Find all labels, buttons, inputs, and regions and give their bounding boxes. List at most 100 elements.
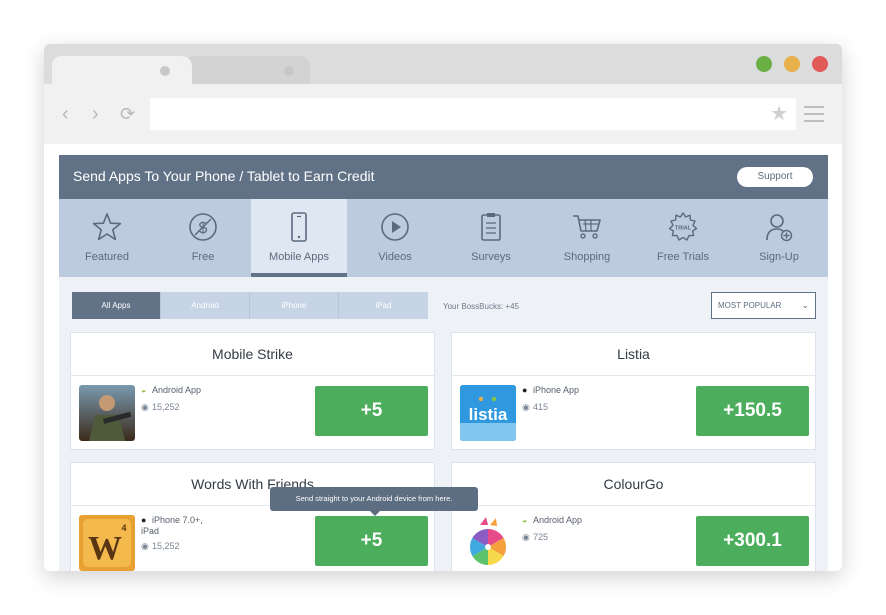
user-add-icon: [766, 214, 793, 242]
chevron-down-icon: ⌄: [801, 300, 809, 310]
header-banner: Send Apps To Your Phone / Tablet to Earn…: [59, 155, 828, 199]
support-button[interactable]: Support: [737, 167, 813, 187]
earn-credit-button[interactable]: +5: [315, 386, 428, 436]
tab-strip: [44, 44, 842, 84]
filter-tab-ipad[interactable]: iPad: [339, 292, 428, 319]
tab-close-dot[interactable]: [284, 66, 294, 76]
filter-tab-android[interactable]: Android: [161, 292, 250, 319]
nav-label: Mobile Apps: [269, 251, 329, 263]
browser-toolbar: ‹ › ⟳ ★: [44, 84, 842, 144]
nav-label: Sign-Up: [759, 251, 799, 263]
play-circle-icon: [381, 213, 409, 241]
app-user-count: ◉ 725: [522, 532, 548, 543]
app-card-listia: Listia listia ● iPhone App ◉ 415 +150.5: [451, 332, 816, 450]
app-title: Listia: [452, 333, 815, 376]
clipboard-icon: [481, 213, 501, 241]
colourgo-thumbnail: [460, 515, 516, 571]
earn-credit-button[interactable]: +300.1: [696, 516, 809, 566]
platform-label: Android App: [533, 515, 583, 525]
window-maximize-button[interactable]: [756, 56, 772, 72]
sort-selected-value: MOST POPULAR: [718, 301, 782, 310]
android-icon: ◒: [141, 385, 147, 395]
app-thumbnail[interactable]: W 4: [79, 515, 135, 571]
tab-close-dot[interactable]: [160, 66, 170, 76]
user-icon: ◉: [141, 541, 149, 551]
svg-text:$: $: [199, 220, 208, 237]
apple-icon: ●: [141, 515, 147, 525]
nav-label: Free: [191, 251, 215, 263]
android-icon: ◒: [522, 515, 528, 525]
window-close-button[interactable]: [812, 56, 828, 72]
app-card-words-with-friends: Words With Friends W 4 ● iPhone 7.0+, iPa…: [70, 462, 435, 571]
nav-label: Surveys: [471, 251, 511, 263]
nav-item-featured[interactable]: Featured: [59, 199, 155, 277]
nav-label: Featured: [84, 251, 130, 263]
app-thumbnail[interactable]: [460, 515, 516, 571]
app-thumbnail[interactable]: [79, 385, 135, 441]
bossbucks-balance: Your BossBucks: +45: [443, 302, 519, 311]
mobile-strike-thumbnail: [79, 385, 135, 441]
nav-label: Free Trials: [657, 251, 709, 263]
nav-item-surveys[interactable]: Surveys: [443, 199, 539, 277]
user-icon: ◉: [522, 532, 530, 542]
filter-tab-all-apps[interactable]: All Apps: [72, 292, 161, 319]
user-count-value: 15,252: [152, 541, 180, 551]
smartphone-icon: [291, 212, 307, 242]
wwf-thumb-letter: W: [88, 530, 122, 567]
sort-select[interactable]: MOST POPULAR ⌄: [711, 292, 816, 319]
earn-credit-button[interactable]: +5: [315, 516, 428, 566]
nav-item-mobile-apps[interactable]: Mobile Apps: [251, 199, 347, 277]
wwf-thumb-score: 4: [121, 523, 126, 533]
send-tooltip: Send straight to your Android device fro…: [270, 487, 478, 516]
user-icon: ◉: [141, 402, 149, 412]
star-icon[interactable]: ★: [770, 103, 788, 125]
page-viewport: Send Apps To Your Phone / Tablet to Earn…: [44, 144, 842, 571]
chevron-left-icon[interactable]: ‹: [62, 104, 69, 124]
platform-label: Android App: [152, 385, 202, 395]
listia-thumbnail: listia: [460, 385, 516, 441]
listia-thumb-text: listia: [469, 405, 508, 424]
page-title: Send Apps To Your Phone / Tablet to Earn…: [73, 168, 375, 184]
words-with-friends-thumbnail: W 4: [79, 515, 135, 571]
app-platform: ● iPhone App: [522, 385, 602, 396]
browser-window: ‹ › ⟳ ★ Send Apps To Your Phone / Tablet…: [44, 44, 842, 571]
platform-filter-tabs: All Apps Android iPhone iPad: [72, 292, 429, 319]
user-icon: ◉: [522, 402, 530, 412]
nav-item-shopping[interactable]: Shopping: [539, 199, 635, 277]
dollar-circle-icon: $: [189, 213, 217, 241]
app-thumbnail[interactable]: listia: [460, 385, 516, 441]
app-title: Mobile Strike: [71, 333, 434, 376]
boss-app-page: Send Apps To Your Phone / Tablet to Earn…: [59, 155, 828, 571]
trial-badge-text: TRIAL: [675, 226, 692, 232]
filter-tab-iphone[interactable]: iPhone: [250, 292, 339, 319]
app-platform: ◒ Android App: [141, 385, 221, 396]
hamburger-icon[interactable]: [804, 106, 824, 127]
app-user-count: ◉ 15,252: [141, 402, 180, 413]
app-user-count: ◉ 15,252: [141, 541, 180, 552]
trial-badge-icon: TRIAL: [668, 212, 698, 241]
nav-item-free[interactable]: $ Free: [155, 199, 251, 277]
reload-icon[interactable]: ⟳: [120, 104, 135, 124]
earn-credit-button[interactable]: +150.5: [696, 386, 809, 436]
nav-item-videos[interactable]: Videos: [347, 199, 443, 277]
user-count-value: 415: [533, 402, 549, 412]
app-card-colourgo: ColourGo ◒ Android App ◉ 725 +300.1: [451, 462, 816, 571]
nav-label: Shopping: [563, 251, 611, 263]
user-count-value: 15,252: [152, 402, 180, 412]
nav-item-sign-up[interactable]: Sign-Up: [731, 199, 827, 277]
apple-icon: ●: [522, 385, 528, 395]
browser-tab-2[interactable]: [184, 56, 310, 84]
user-count-value: 725: [533, 532, 549, 542]
cart-icon: [573, 215, 601, 239]
app-user-count: ◉ 415: [522, 402, 548, 413]
app-platform: ◒ Android App: [522, 515, 602, 526]
chevron-right-icon[interactable]: ›: [92, 104, 99, 124]
browser-tab-1[interactable]: [52, 56, 192, 84]
app-card-mobile-strike: Mobile Strike ◒ Android App ◉ 15,252 +5: [70, 332, 435, 450]
address-bar[interactable]: ★: [150, 98, 796, 130]
star-icon: [92, 213, 122, 241]
category-nav: Featured $ Free Mobile Apps Videos Surve…: [59, 199, 828, 277]
window-minimize-button[interactable]: [784, 56, 800, 72]
app-title: ColourGo: [452, 463, 815, 506]
nav-item-free-trials[interactable]: TRIAL Free Trials: [635, 199, 731, 277]
